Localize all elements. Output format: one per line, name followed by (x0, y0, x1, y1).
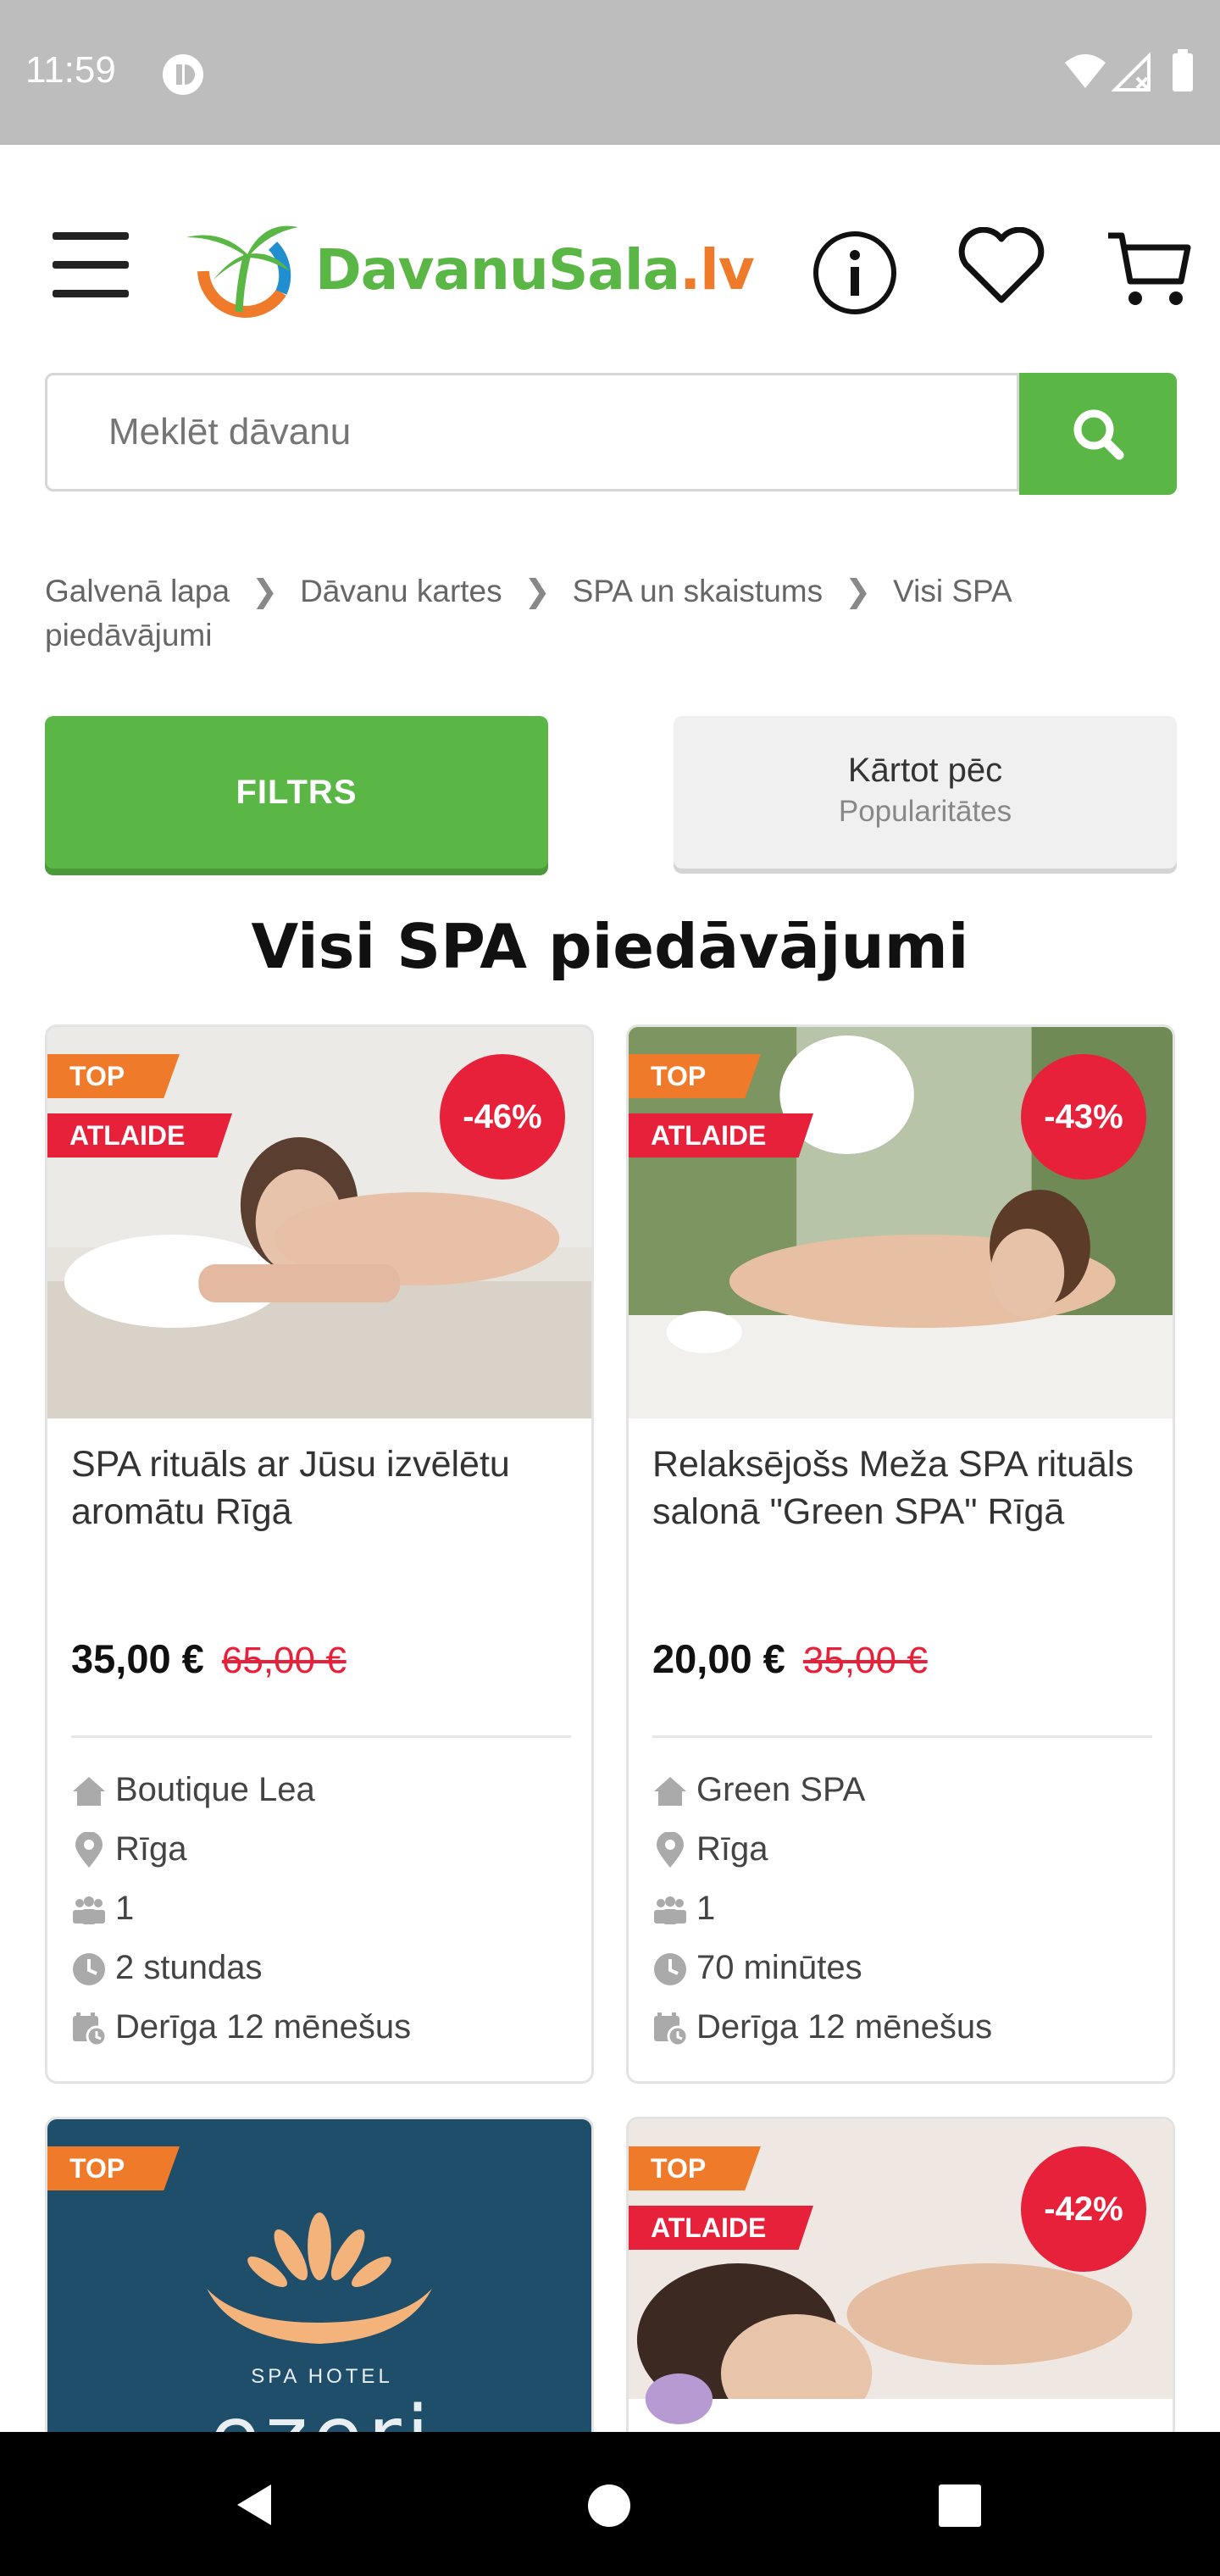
home-icon (73, 1777, 105, 1807)
location-pin-icon (75, 1831, 103, 1868)
divider (71, 1735, 571, 1738)
validity-row: Derīga 12 mēnešus (652, 2008, 1161, 2047)
logo-name: DavanuSala (315, 237, 680, 303)
logo-suffix: .lv (679, 237, 755, 303)
discount-badge: -42% (1021, 2146, 1146, 2272)
old-price: 35,00 € (802, 1640, 928, 1681)
chevron-right-icon: ❯ (845, 574, 872, 608)
discount-badge: -43% (1021, 1054, 1146, 1180)
hotel-logo-subtitle: SPA HOTEL (251, 2365, 393, 2388)
cart-icon[interactable] (1105, 229, 1193, 310)
duration: 70 minūtes (696, 1949, 862, 1986)
calendar-clock-icon (654, 2012, 689, 2047)
city: Rīga (115, 1830, 187, 1868)
product-price: 35,00 € 65,00 € (71, 1635, 347, 1682)
location-pin-icon (657, 1831, 684, 1868)
search-button[interactable] (1019, 373, 1177, 495)
site-logo[interactable]: DavanuSala.lv (180, 212, 755, 322)
current-price: 35,00 € (71, 1636, 204, 1681)
palm-logo-icon (186, 225, 298, 318)
sale-badge: ATLAIDE (629, 1113, 813, 1158)
wifi-icon (1065, 54, 1106, 88)
vendor-name: Green SPA (696, 1771, 866, 1808)
signal-icon (1112, 53, 1151, 92)
top-badge: TOP (47, 1054, 180, 1098)
breadcrumb-gift-cards[interactable]: Dāvanu kartes (300, 574, 502, 608)
calendar-clock-icon (73, 2012, 108, 2047)
validity: Derīga 12 mēnešus (115, 2008, 412, 2046)
sale-badge: ATLAIDE (629, 2206, 813, 2250)
status-time: 11:59 (25, 49, 116, 91)
divider (652, 1735, 1152, 1738)
logo-text: DavanuSala.lv (315, 237, 755, 303)
home-icon (654, 1777, 686, 1807)
persons-row: 1 (652, 1890, 1161, 1928)
recents-icon[interactable] (937, 2483, 983, 2529)
status-bar: 11:59 (0, 0, 1220, 145)
product-title[interactable]: SPA rituāls ar Jūsu izvēlētu aromātu Rīg… (71, 1441, 571, 1535)
page-title: Visi SPA piedāvājumi (251, 911, 969, 982)
duration-row: 70 minūtes (652, 1949, 1161, 1987)
validity-row: Derīga 12 mēnešus (71, 2008, 580, 2047)
product-card[interactable]: TOP ATLAIDE -43% Relaksējošs Meža SPA ri… (626, 1024, 1175, 2084)
sort-label: Kārtot pēc (847, 752, 1003, 789)
search-icon (1073, 409, 1124, 460)
duration-row: 2 stundas (71, 1949, 580, 1987)
product-price: 20,00 € 35,00 € (652, 1635, 928, 1682)
chevron-right-icon: ❯ (252, 574, 279, 608)
info-icon[interactable] (812, 230, 898, 316)
discount-badge: -46% (440, 1054, 565, 1180)
current-price: 20,00 € (652, 1636, 785, 1681)
heart-icon[interactable] (957, 227, 1045, 305)
search-bar (45, 373, 1177, 495)
persons: 1 (115, 1890, 135, 1927)
vendor-name: Boutique Lea (115, 1771, 315, 1808)
vendor-row: Green SPA (652, 1771, 1161, 1809)
product-card[interactable]: TOP ATLAIDE -46% SPA rituāls ar Jūsu izv… (45, 1024, 594, 2084)
people-icon (654, 1896, 686, 1925)
location-row: Rīga (71, 1830, 580, 1869)
chevron-right-icon: ❯ (524, 574, 551, 608)
validity: Derīga 12 mēnešus (696, 2008, 993, 2046)
search-input[interactable] (45, 373, 1019, 491)
battery-icon (1173, 49, 1193, 92)
menu-button[interactable] (53, 227, 129, 303)
breadcrumb: Galvenā lapa ❯ Dāvanu kartes ❯ SPA un skaist… (45, 569, 1180, 658)
persons: 1 (696, 1890, 716, 1927)
vendor-row: Boutique Lea (71, 1771, 580, 1809)
filter-button[interactable]: FILTRS (45, 716, 548, 869)
menu-icon-bar (53, 290, 129, 297)
sort-value: Popularitātes (838, 795, 1012, 828)
sale-badge: ATLAIDE (47, 1113, 232, 1158)
sort-button[interactable]: Kārtot pēc Popularitātes (674, 716, 1177, 869)
menu-icon (53, 232, 129, 240)
product-card[interactable]: TOP ATLAIDE -42% (626, 2117, 1175, 2473)
home-nav-icon[interactable] (586, 2483, 632, 2529)
back-icon[interactable] (230, 2481, 278, 2529)
product-card[interactable]: SPA HOTEL ezeri TOP (45, 2117, 594, 2473)
breadcrumb-home[interactable]: Galvenā lapa (45, 574, 230, 608)
people-icon (73, 1896, 105, 1925)
system-nav-bar (0, 2432, 1220, 2576)
top-badge: TOP (629, 2146, 761, 2190)
city: Rīga (696, 1830, 768, 1868)
location-row: Rīga (652, 1830, 1161, 1869)
menu-icon-bar (53, 261, 129, 269)
clock-icon (73, 1953, 105, 1986)
notification-icon (163, 54, 203, 95)
product-title[interactable]: Relaksējošs Meža SPA rituāls salonā "Gre… (652, 1441, 1152, 1535)
clock-icon (654, 1953, 686, 1986)
old-price: 65,00 € (221, 1640, 347, 1681)
persons-row: 1 (71, 1890, 580, 1928)
duration: 2 stundas (115, 1949, 263, 1986)
top-badge: TOP (47, 2146, 180, 2190)
top-badge: TOP (629, 1054, 761, 1098)
breadcrumb-spa[interactable]: SPA un skaistums (573, 574, 823, 608)
